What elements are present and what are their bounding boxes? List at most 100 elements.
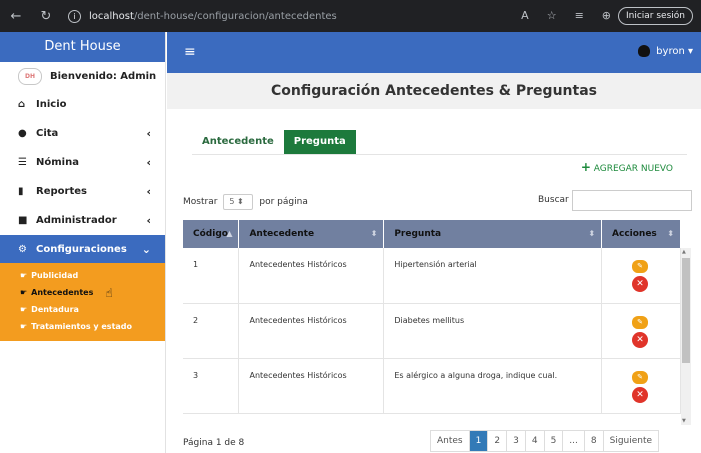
cell-actions: ✎ ✕ xyxy=(601,358,681,414)
pagination-page-2[interactable]: 2 xyxy=(488,431,508,451)
cell-pregunta: Es alérgico a alguna droga, indique cual… xyxy=(383,358,603,414)
user-menu[interactable]: byron ▾ xyxy=(638,45,693,57)
sidebar-item-administrador[interactable]: ■ Administrador ‹ xyxy=(0,206,165,235)
sidebar-item-label: Inicio xyxy=(36,99,67,110)
page-title: Configuración Antecedentes & Preguntas xyxy=(167,73,701,109)
browser-icons: A ☆ ≡ ⊕ xyxy=(521,9,611,22)
sidebar-item-reportes[interactable]: ▮ Reportes ‹ xyxy=(0,177,165,206)
lock-icon: ■ xyxy=(18,215,28,226)
user-icon xyxy=(638,45,651,57)
cogs-icon: ⚙ xyxy=(18,243,27,255)
address-bar[interactable]: localhost/dent-house/configuracion/antec… xyxy=(89,11,337,22)
table-scrollbar[interactable]: ▲ ▼ xyxy=(681,248,691,425)
submenu-item-antecedentes[interactable]: ☛ Antecedentes ☝ xyxy=(0,284,165,301)
sidebar-item-label: Administrador xyxy=(36,215,117,226)
pagination-next[interactable]: Siguiente xyxy=(604,431,658,451)
page-size-select[interactable]: 5 ⬍ xyxy=(223,194,254,210)
cell-code: 3 xyxy=(183,358,240,414)
top-navbar: ≡ byron ▾ xyxy=(167,32,701,73)
page-size-value: 5 xyxy=(229,197,235,206)
cell-antecedente: Antecedentes Históricos xyxy=(238,248,385,304)
delete-icon[interactable]: ✕ xyxy=(632,386,648,403)
pagination-page-1[interactable]: 1 xyxy=(469,431,489,451)
pagination-page-3[interactable]: 3 xyxy=(507,431,526,451)
scroll-thumb[interactable] xyxy=(682,258,690,363)
list-icon: ☰ xyxy=(18,157,27,168)
cell-antecedente: Antecedentes Históricos xyxy=(238,358,385,414)
table-row: 1 Antecedentes Históricos Hipertensión a… xyxy=(183,248,681,304)
header-label: Antecedente xyxy=(249,229,315,239)
edit-icon[interactable]: ✎ xyxy=(632,315,648,329)
sidebar-item-nomina[interactable]: ☰ Nómina ‹ xyxy=(0,148,165,177)
chevron-left-icon: ‹ xyxy=(146,214,151,227)
add-new-button[interactable]: + AGREGAR NUEVO xyxy=(581,160,673,174)
pagination-ellipsis: ... xyxy=(563,431,585,451)
caret-down-icon: ▾ xyxy=(684,45,693,57)
pagination-page-4[interactable]: 4 xyxy=(526,431,545,451)
per-page-label: por página xyxy=(259,197,308,207)
configuraciones-submenu: ☛ Publicidad ☛ Antecedentes ☝ ☛ Dentadur… xyxy=(0,263,165,341)
clock-icon: ● xyxy=(18,128,27,139)
tabs-divider xyxy=(192,154,687,155)
scroll-up-icon[interactable]: ▲ xyxy=(682,249,686,255)
delete-icon[interactable]: ✕ xyxy=(632,276,648,292)
table-row: 3 Antecedentes Históricos Es alérgico a … xyxy=(183,358,681,414)
signin-button[interactable]: Iniciar sesión xyxy=(617,7,693,25)
favorite-star-icon[interactable]: ☆ xyxy=(547,9,557,22)
pagination-page-8[interactable]: 8 xyxy=(585,431,604,451)
cell-actions: ✎ ✕ xyxy=(601,303,681,359)
url-host: localhost xyxy=(89,10,134,22)
collections-icon[interactable]: ⊕ xyxy=(602,9,611,22)
add-new-label: AGREGAR NUEVO xyxy=(593,164,673,174)
tab-pregunta[interactable]: Pregunta xyxy=(283,130,356,154)
sidebar-item-configuraciones[interactable]: ⚙ Configuraciones ⌄ xyxy=(0,235,165,263)
page-size-control: Mostrar 5 ⬍ por página xyxy=(183,194,308,210)
cell-code: 1 xyxy=(183,248,240,304)
column-header-antecedente[interactable]: Antecedente ⬍ xyxy=(238,220,385,248)
scroll-down-icon[interactable]: ▼ xyxy=(682,418,686,424)
cell-antecedente: Antecedentes Históricos xyxy=(238,303,385,359)
sort-icon: ⬍ xyxy=(667,229,674,238)
show-label: Mostrar xyxy=(183,197,218,207)
hand-pointer-icon: ☛ xyxy=(20,288,28,297)
read-aloud-icon[interactable]: A xyxy=(521,9,529,22)
clinic-logo: DH xyxy=(18,67,42,85)
edit-icon[interactable]: ✎ xyxy=(632,370,648,384)
sort-up-icon: ▲ xyxy=(226,229,233,238)
submenu-item-publicidad[interactable]: ☛ Publicidad xyxy=(0,267,165,284)
pagination-prev[interactable]: Antes xyxy=(431,431,470,451)
column-header-acciones[interactable]: Acciones ⬍ xyxy=(601,220,681,248)
delete-icon[interactable]: ✕ xyxy=(632,331,648,348)
tab-antecedente[interactable]: Antecedente xyxy=(192,130,284,154)
file-icon: ▮ xyxy=(18,186,24,197)
sidebar-item-cita[interactable]: ● Cita ‹ xyxy=(0,119,165,148)
mouse-cursor-icon: ☝ xyxy=(105,285,113,300)
submenu-item-label: Antecedentes xyxy=(31,288,94,297)
pagination: Antes 1 2 3 4 5 ... 8 Siguiente xyxy=(430,430,660,452)
sidebar: Dent House DH Bienvenido: Admin ⌂ Inicio… xyxy=(0,32,166,453)
back-arrow-icon[interactable]: ← xyxy=(8,9,24,24)
header-label: Acciones xyxy=(612,229,657,239)
favorites-icon[interactable]: ≡ xyxy=(575,9,584,22)
column-header-codigo[interactable]: Código ▲ xyxy=(183,220,240,248)
hand-pointer-icon: ☛ xyxy=(20,305,28,314)
reload-icon[interactable]: ↻ xyxy=(38,9,54,24)
column-header-pregunta[interactable]: Pregunta ⬍ xyxy=(383,220,603,248)
pagination-page-5[interactable]: 5 xyxy=(545,431,564,451)
page-info: Página 1 de 8 xyxy=(183,438,245,448)
search-input[interactable] xyxy=(572,190,692,211)
hamburger-menu-icon[interactable]: ≡ xyxy=(184,44,196,60)
header-label: Código xyxy=(193,229,228,239)
submenu-item-label: Publicidad xyxy=(31,271,79,280)
info-icon[interactable]: i xyxy=(68,9,81,23)
submenu-item-tratamientos[interactable]: ☛ Tratamientos y estado xyxy=(0,318,165,335)
home-icon: ⌂ xyxy=(18,99,26,110)
edit-icon[interactable]: ✎ xyxy=(632,260,648,273)
sort-icon: ⬍ xyxy=(588,229,596,238)
hand-pointer-icon: ☛ xyxy=(20,271,28,280)
brand-title[interactable]: Dent House xyxy=(0,32,165,62)
sidebar-item-inicio[interactable]: ⌂ Inicio xyxy=(0,90,165,119)
submenu-item-dentadura[interactable]: ☛ Dentadura xyxy=(0,301,165,318)
submenu-item-label: Tratamientos y estado xyxy=(31,322,133,331)
chevron-down-icon: ⌄ xyxy=(141,242,151,256)
